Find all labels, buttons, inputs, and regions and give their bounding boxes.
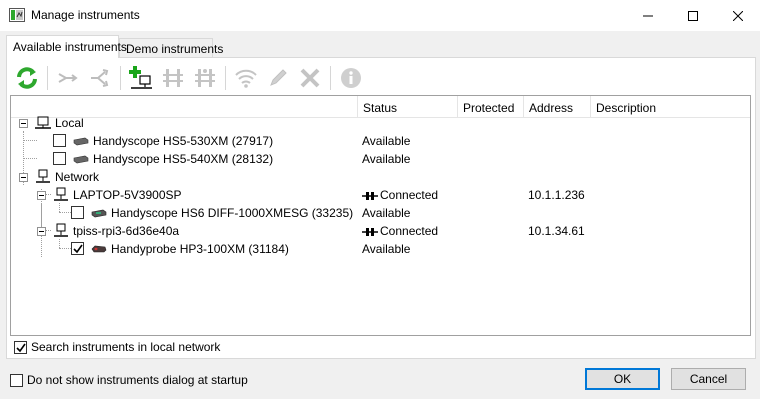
instrument-checkbox[interactable] [53, 134, 66, 147]
row-address: 10.1.34.61 [528, 224, 585, 238]
network-icon [36, 169, 50, 183]
add-network-instrument-button[interactable] [129, 66, 153, 90]
row-status: Available [362, 242, 411, 256]
row-status: Connected [380, 188, 439, 202]
row-name: tpiss-rpi3-6d36e40a [73, 224, 180, 238]
instrument-checkbox[interactable] [53, 152, 66, 165]
combine-icon [58, 73, 78, 83]
minimize-button[interactable] [625, 0, 670, 31]
row-name: LAPTOP-5V3900SP [73, 188, 182, 202]
hide-at-startup-option[interactable]: Do not show instruments dialog at startu… [10, 373, 248, 387]
network-server-icon [54, 187, 68, 201]
info-icon [341, 68, 361, 88]
close-icon [732, 10, 743, 21]
available-instruments-panel: Status Protected Address Description Loc… [6, 57, 756, 359]
toolbar-separator [225, 66, 226, 90]
edit-button[interactable] [266, 66, 290, 90]
row-status: Available [362, 134, 411, 148]
toolbar-separator [120, 66, 121, 90]
refresh-icon [17, 67, 37, 89]
row-status: Available [362, 152, 411, 166]
search-local-network-label: Search instruments in local network [31, 340, 221, 354]
window-title: Manage instruments [31, 8, 140, 22]
sync-instruments-2-icon [195, 69, 215, 87]
title-bar: Manage instruments [0, 0, 760, 32]
wifi-icon [235, 69, 257, 88]
add-network-instrument-icon [129, 66, 152, 89]
info-button[interactable] [339, 66, 363, 90]
row-name: Local [55, 116, 84, 130]
toolbar [15, 66, 371, 90]
app-icon [9, 8, 25, 22]
hide-at-startup-label: Do not show instruments dialog at startu… [27, 373, 248, 387]
row-name: Handyscope HS5-540XM (28132) [93, 152, 274, 166]
oscilloscope-icon [73, 155, 89, 164]
toolbar-separator [330, 66, 331, 90]
computer-icon [35, 116, 51, 129]
oscilloscope-icon [91, 209, 107, 218]
collapse-toggle[interactable] [19, 173, 28, 182]
wifi-button[interactable] [234, 66, 258, 90]
ok-button[interactable]: OK [585, 368, 660, 390]
combine-button[interactable] [56, 66, 80, 90]
connected-icon [362, 228, 378, 236]
checkmark-icon [73, 244, 83, 254]
instrument-list[interactable]: Status Protected Address Description Loc… [10, 95, 751, 336]
maximize-button[interactable] [670, 0, 715, 31]
hide-at-startup-checkbox[interactable] [10, 373, 23, 387]
tree-row-device[interactable]: Handyscope HS5-540XM (28132) Available [11, 150, 750, 168]
search-local-network-option[interactable]: Search instruments in local network [14, 340, 220, 354]
tree-row-server[interactable]: tpiss-rpi3-6d36e40a Connected 10.1.34.61 [11, 222, 750, 240]
tab-demo-instruments[interactable]: Demo instruments [119, 38, 223, 58]
sync-instruments-2-button[interactable] [193, 66, 217, 90]
oscilloscope-icon [73, 137, 89, 146]
tree-row-device[interactable]: Handyscope HS5-530XM (27917) Available [11, 132, 750, 150]
network-server-icon [54, 223, 68, 237]
close-button[interactable] [715, 0, 760, 31]
instrument-checkbox[interactable] [71, 242, 84, 255]
tree-row-server[interactable]: LAPTOP-5V3900SP Connected 10.1.1.236 [11, 186, 750, 204]
delete-icon [300, 68, 320, 88]
tree-row-network[interactable]: Network [11, 168, 750, 186]
tree-row-local[interactable]: Local [11, 114, 750, 132]
instrument-checkbox[interactable] [71, 206, 84, 219]
edit-icon [270, 69, 287, 86]
collapse-toggle[interactable] [37, 227, 46, 236]
tree-row-device[interactable]: Handyscope HS6 DIFF-1000XMESG (33235) Av… [11, 204, 750, 222]
sync-instruments-button[interactable] [161, 66, 185, 90]
sync-instruments-icon [163, 69, 183, 87]
handyprobe-icon [91, 245, 107, 253]
delete-button[interactable] [298, 66, 322, 90]
collapse-toggle[interactable] [19, 119, 28, 128]
search-local-network-checkbox[interactable] [14, 340, 27, 354]
toolbar-separator [47, 66, 48, 90]
tree-row-device[interactable]: Handyprobe HP3-100XM (31184) Available [11, 240, 750, 258]
row-name: Handyprobe HP3-100XM (31184) [111, 242, 289, 256]
maximize-icon [687, 10, 698, 21]
connected-icon [362, 192, 378, 200]
split-button[interactable] [88, 66, 112, 90]
tab-available-instruments[interactable]: Available instruments [6, 35, 127, 58]
cancel-button[interactable]: Cancel [671, 368, 746, 390]
row-name: Handyscope HS5-530XM (27917) [93, 134, 274, 148]
row-address: 10.1.1.236 [528, 188, 585, 202]
row-name: Handyscope HS6 DIFF-1000XMESG (33235) [111, 206, 354, 220]
checkmark-icon [16, 343, 26, 352]
row-status: Available [362, 206, 411, 220]
row-status: Connected [380, 224, 439, 238]
minimize-icon [642, 15, 653, 16]
collapse-toggle[interactable] [37, 191, 46, 200]
refresh-button[interactable] [15, 66, 39, 90]
split-icon [91, 69, 109, 87]
row-name: Network [55, 170, 100, 184]
